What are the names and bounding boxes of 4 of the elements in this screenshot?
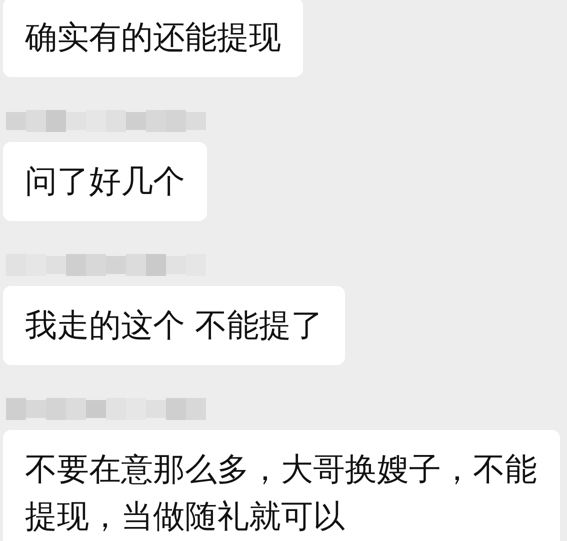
message-bubble: 不要在意那么多，大哥换嫂子，不能提现，当做随礼就可以: [3, 430, 560, 541]
message-bubble: 确实有的还能提现: [3, 0, 303, 77]
message-bubble: 我走的这个 不能提了: [3, 286, 346, 365]
message-bubble: 问了好几个: [3, 142, 207, 221]
